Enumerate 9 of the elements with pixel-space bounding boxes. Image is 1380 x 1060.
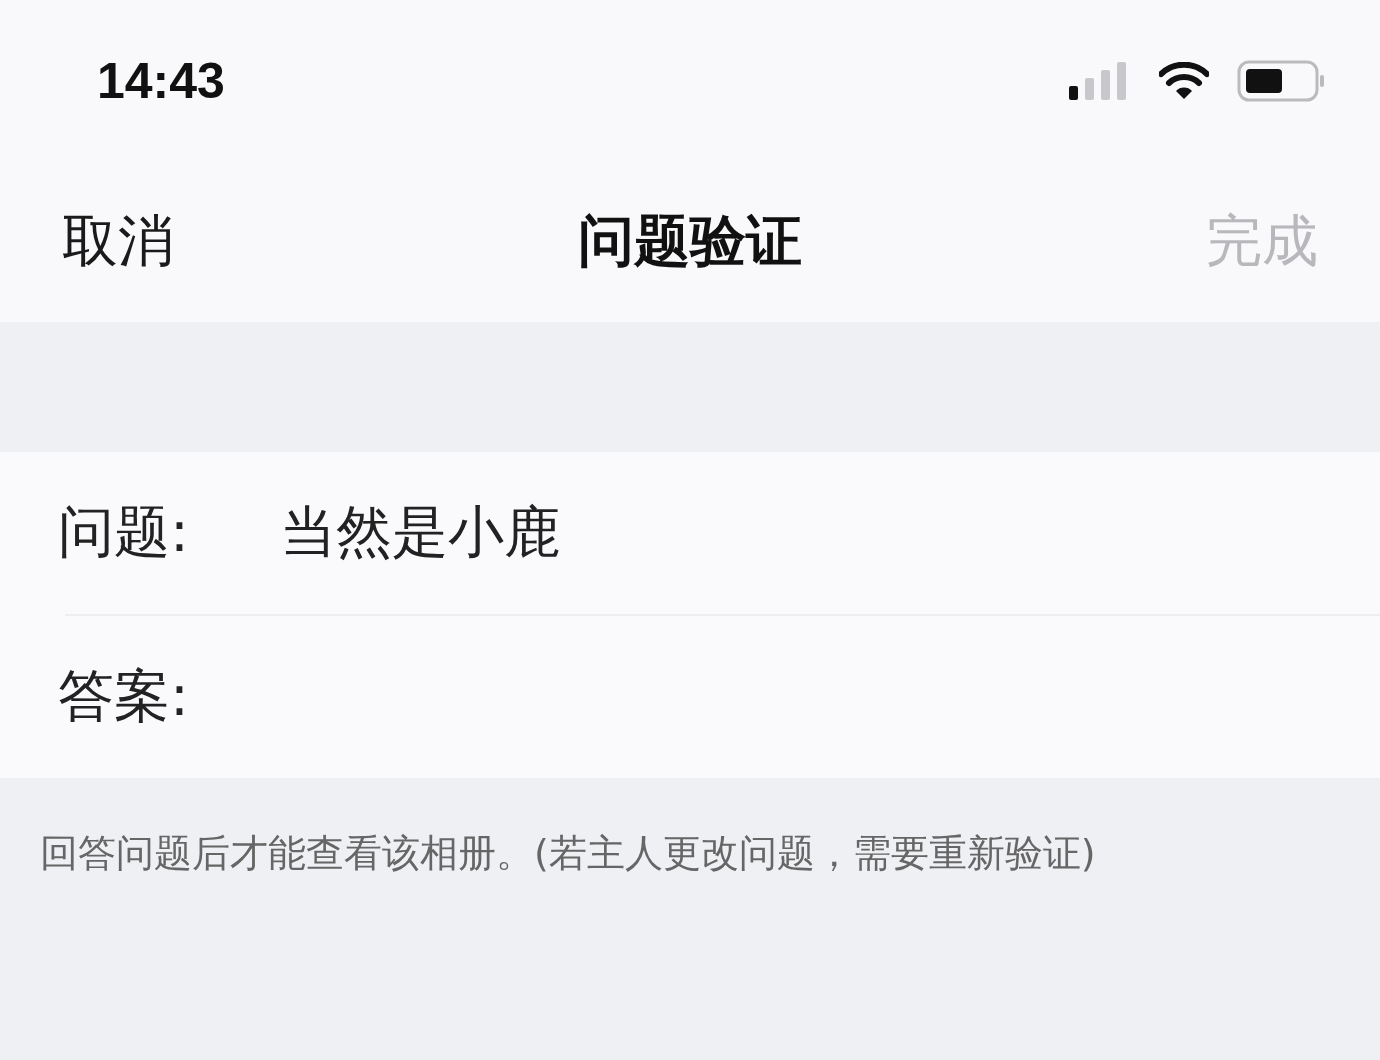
hint-text: 回答问题后才能查看该相册。(若主人更改问题，需要重新验证) [39, 830, 1097, 877]
battery-icon [1237, 60, 1325, 102]
answer-label: 答案: [58, 662, 190, 730]
status-time: 14:43 [97, 52, 225, 110]
cancel-button[interactable]: 取消 [62, 204, 174, 280]
question-label: 问题: [58, 498, 190, 566]
wifi-icon [1159, 62, 1209, 100]
question-text: 当然是小鹿 [280, 498, 560, 566]
page-title: 问题验证 [578, 207, 802, 275]
